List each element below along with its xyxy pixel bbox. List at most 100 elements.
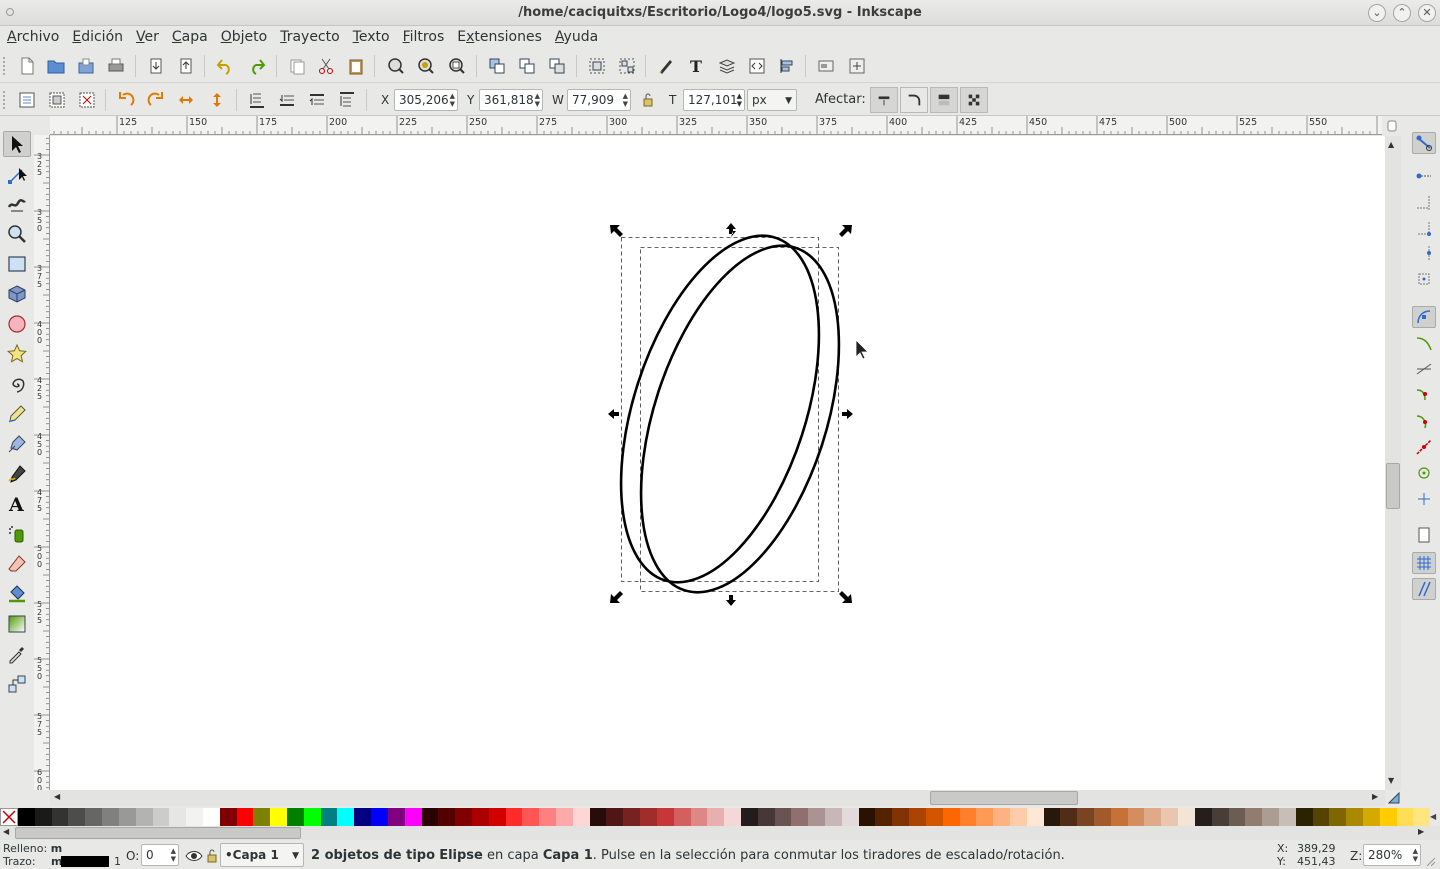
toolbar-grip[interactable]: [3, 57, 7, 75]
calligraphy-tool-icon[interactable]: [3, 461, 31, 487]
vertical-scrollbar[interactable]: ▲ ▼: [1385, 136, 1401, 790]
gradient-tool-icon[interactable]: [3, 611, 31, 637]
palette-swatch[interactable]: [51, 808, 69, 826]
palette-swatch[interactable]: [337, 808, 355, 826]
palette-swatch[interactable]: [505, 808, 523, 826]
clone-icon[interactable]: [515, 54, 539, 78]
palette-swatch[interactable]: [791, 808, 809, 826]
horizontal-scroll-thumb[interactable]: [930, 791, 1078, 805]
zoom-selection-icon[interactable]: [384, 54, 408, 78]
palette-swatch[interactable]: [825, 808, 842, 826]
snap-page-border-icon[interactable]: [1412, 524, 1436, 546]
palette-swatch[interactable]: [354, 808, 372, 826]
open-icon[interactable]: [44, 54, 68, 78]
palette-swatch[interactable]: [387, 808, 405, 826]
snap-bbox-center-icon[interactable]: [1412, 268, 1436, 290]
vertical-scroll-thumb[interactable]: [1386, 463, 1400, 509]
palette-swatch[interactable]: [572, 808, 590, 826]
palette-swatch[interactable]: [34, 808, 52, 826]
palette-swatch[interactable]: [438, 808, 456, 826]
zoom-corner-icon[interactable]: [1382, 116, 1402, 135]
connector-tool-icon[interactable]: [3, 671, 31, 697]
palette-swatch[interactable]: [942, 808, 960, 826]
palette-swatch[interactable]: [656, 808, 674, 826]
palette-swatch[interactable]: [993, 808, 1010, 826]
rotate-ccw-icon[interactable]: [114, 88, 138, 112]
palette-swatch[interactable]: [471, 808, 489, 826]
palette-swatch[interactable]: [623, 808, 641, 826]
save-icon[interactable]: [74, 54, 98, 78]
group-icon[interactable]: [585, 54, 609, 78]
snap-midpoints-icon[interactable]: [1412, 436, 1436, 458]
current-layer-select[interactable]: •Capa 1 ▼: [220, 843, 304, 867]
palette-swatch[interactable]: [539, 808, 556, 826]
palette-swatch[interactable]: [1262, 808, 1279, 826]
palette-swatch[interactable]: [1413, 808, 1431, 826]
redo-icon[interactable]: [245, 54, 269, 78]
palette-swatch[interactable]: [404, 808, 422, 826]
no-paint-swatch[interactable]: [0, 808, 18, 826]
menu-ver[interactable]: Ver: [136, 29, 159, 45]
palette-swatch[interactable]: [925, 808, 943, 826]
lower-to-bottom-icon[interactable]: [245, 88, 269, 112]
tweak-tool-icon[interactable]: [3, 190, 31, 216]
palette-swatch[interactable]: [1346, 808, 1363, 826]
zoom-tool-icon[interactable]: [3, 221, 31, 247]
dropper-tool-icon[interactable]: [3, 641, 31, 667]
handle-top-right[interactable]: [839, 225, 852, 237]
spiral-tool-icon[interactable]: [3, 371, 31, 397]
text-font-icon[interactable]: T: [685, 54, 709, 78]
snap-object-centers-icon[interactable]: [1412, 462, 1436, 484]
palette-scrollbar[interactable]: ◀ ▶: [0, 826, 1440, 840]
fill-indicator[interactable]: Relleno: m: [3, 842, 62, 855]
close-button[interactable]: ✕: [1418, 4, 1436, 22]
palette-swatch[interactable]: [774, 808, 792, 826]
palette-swatch[interactable]: [1396, 808, 1414, 826]
palette-swatch[interactable]: [1094, 808, 1111, 826]
palette-swatch[interactable]: [522, 808, 540, 826]
transform-pattern-toggle[interactable]: [960, 87, 988, 113]
horizontal-scrollbar[interactable]: ◀ ▶: [50, 790, 1385, 806]
palette-swatch[interactable]: [186, 808, 203, 826]
flip-vertical-icon[interactable]: [205, 88, 229, 112]
selection-handles[interactable]: [608, 223, 853, 606]
handle-top[interactable]: [726, 223, 736, 237]
palette-swatch[interactable]: [303, 808, 321, 826]
xml-editor-icon[interactable]: [745, 54, 769, 78]
y-field[interactable]: 361,818 ▲ ▼: [479, 89, 543, 111]
handle-top-left[interactable]: [610, 225, 623, 237]
x-field[interactable]: 305,206 ▲ ▼: [394, 89, 458, 111]
unit-select[interactable]: px ▼: [747, 89, 797, 111]
palette-swatch[interactable]: [1379, 808, 1397, 826]
unlink-clone-icon[interactable]: [545, 54, 569, 78]
lock-ratio-icon[interactable]: [636, 88, 660, 112]
palette-swatch[interactable]: [909, 808, 926, 826]
transform-gradient-toggle[interactable]: [930, 87, 958, 113]
spray-tool-icon[interactable]: [3, 521, 31, 547]
menu-capa[interactable]: Capa: [172, 29, 208, 45]
snap-bbox-icon[interactable]: [1412, 166, 1436, 188]
palette-swatch[interactable]: [270, 808, 287, 826]
palette-swatch[interactable]: [202, 808, 220, 826]
star-tool-icon[interactable]: [3, 341, 31, 367]
drawing-canvas[interactable]: [50, 136, 1385, 790]
rectangle-tool-icon[interactable]: [3, 251, 31, 277]
width-field[interactable]: 77,909 ▲ ▼: [567, 89, 631, 111]
duplicate-doc-icon[interactable]: [285, 54, 309, 78]
palette-swatch[interactable]: [455, 808, 472, 826]
selector-tool-icon[interactable]: [3, 131, 31, 157]
snap-rotation-centers-icon[interactable]: [1412, 488, 1436, 510]
zoom-drawing-icon[interactable]: [414, 54, 438, 78]
palette-swatch[interactable]: [959, 808, 977, 826]
height-field[interactable]: 127,101 ▲ ▼: [683, 89, 745, 111]
handle-bottom-right[interactable]: [839, 591, 852, 603]
eraser-tool-icon[interactable]: [3, 551, 31, 577]
palette-swatch[interactable]: [18, 808, 35, 826]
node-tool-icon[interactable]: [3, 162, 31, 188]
palette-swatch[interactable]: [253, 808, 271, 826]
palette-swatch[interactable]: [135, 808, 153, 826]
menu-edicion[interactable]: Edición: [72, 29, 123, 45]
palette-swatch[interactable]: [892, 808, 910, 826]
palette-swatch[interactable]: [724, 808, 741, 826]
ellipse-1[interactable]: [583, 211, 858, 607]
